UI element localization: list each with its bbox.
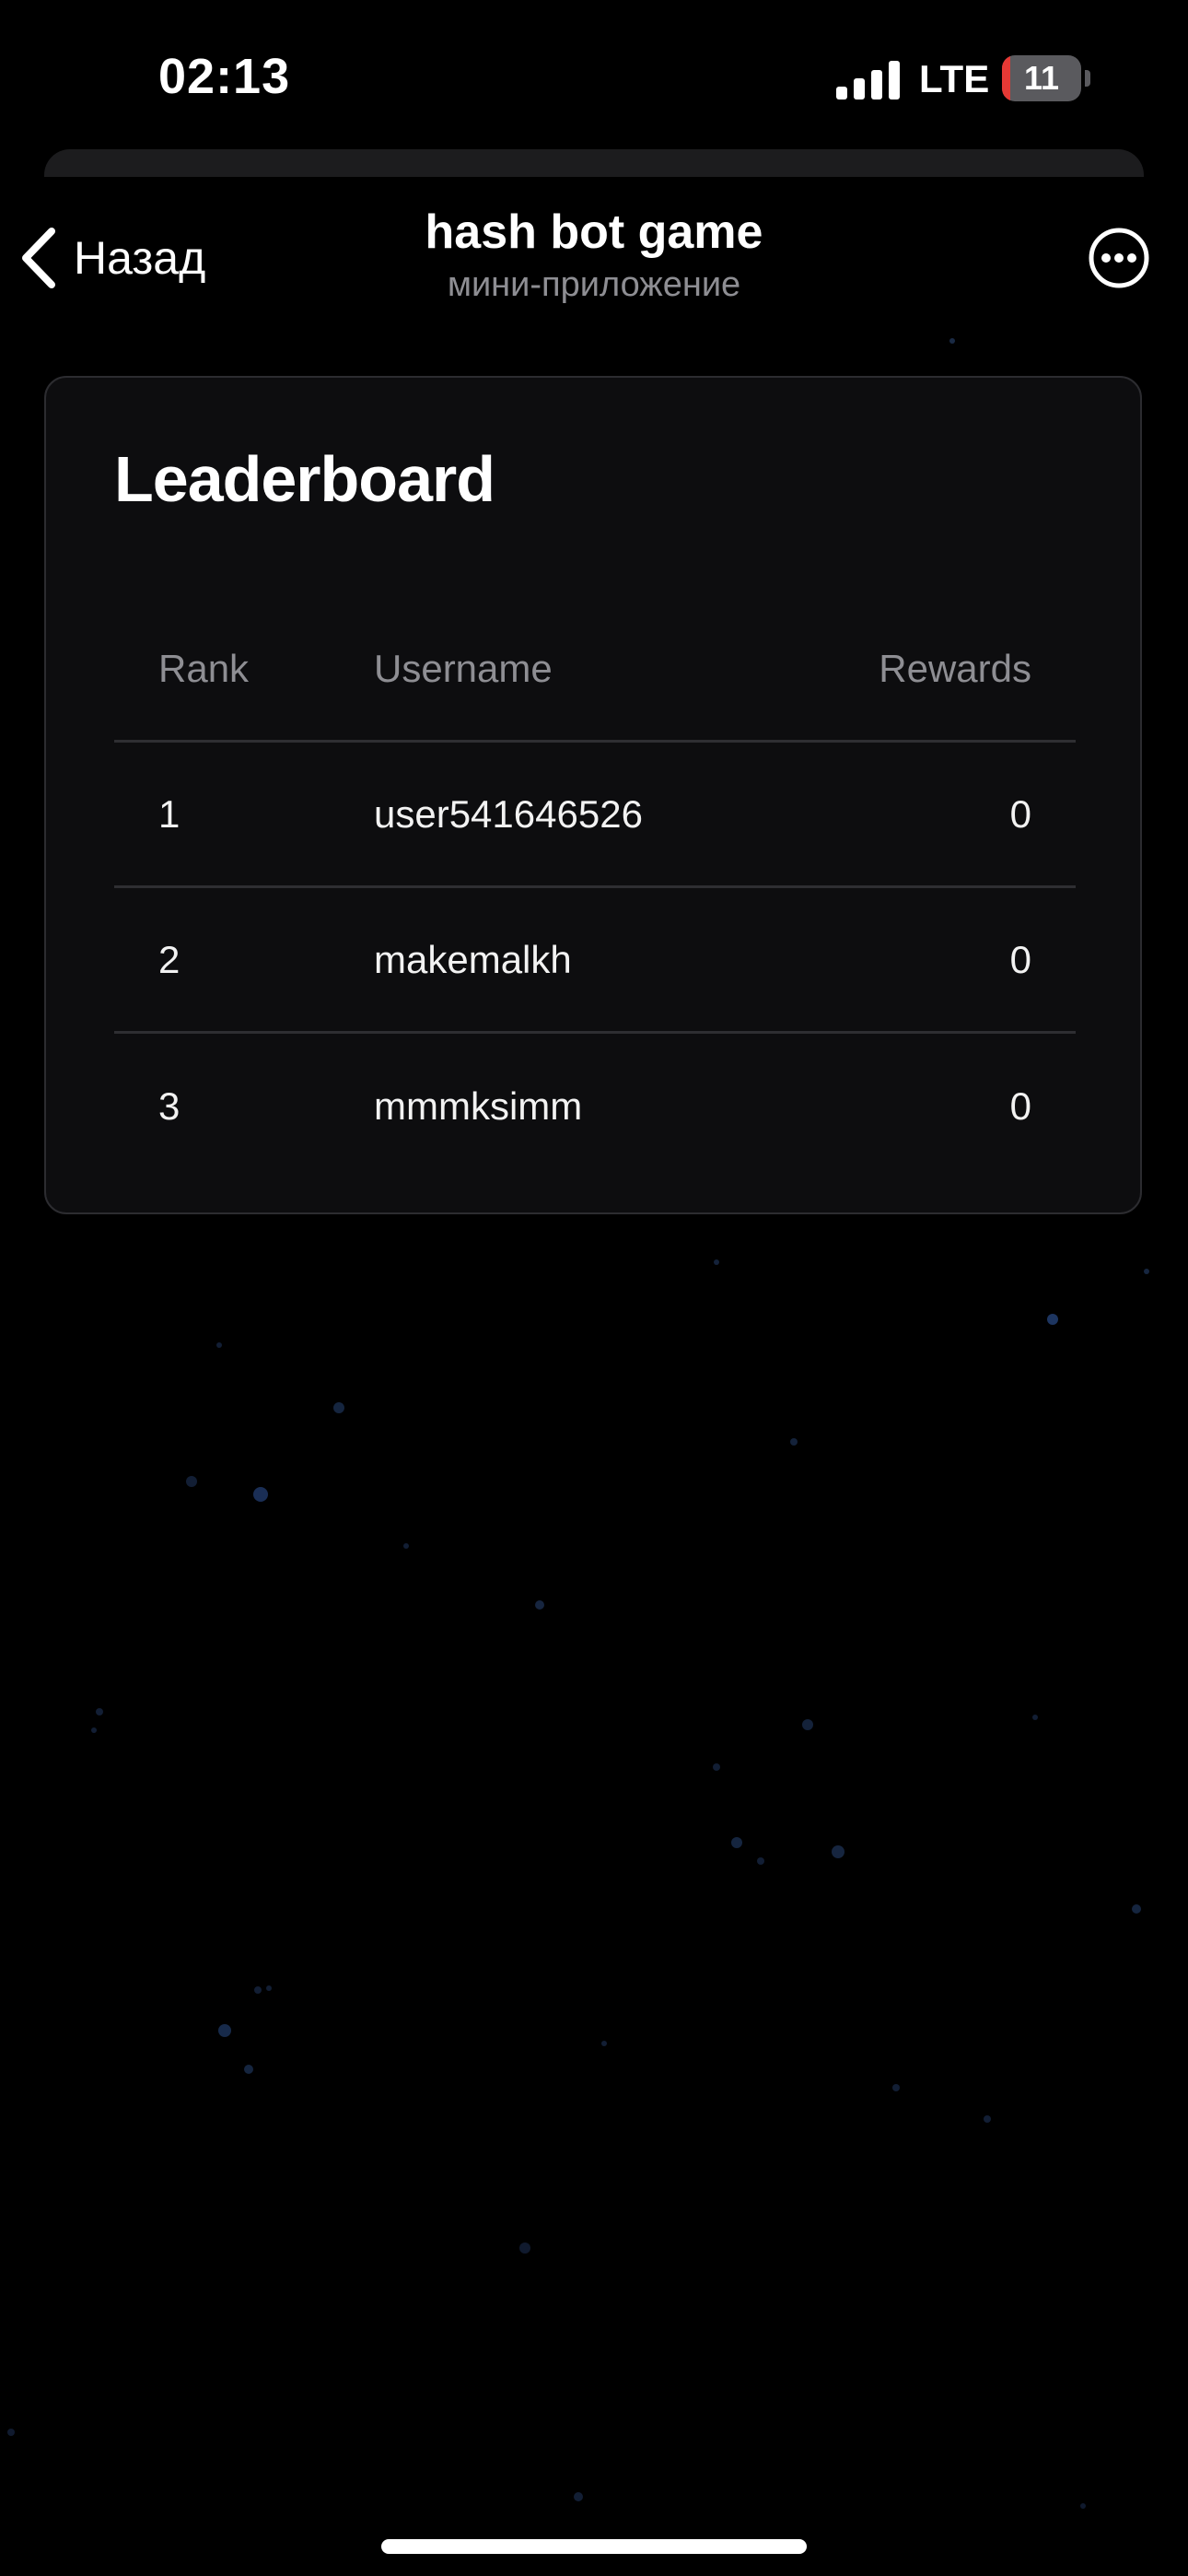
sheet-top-edge xyxy=(44,149,1144,177)
leaderboard-card: Leaderboard Rank Username Rewards 1 user… xyxy=(44,376,1142,1214)
more-options-icon[interactable] xyxy=(1087,226,1151,290)
column-header-rank: Rank xyxy=(158,646,250,690)
username-cell: user541646526 xyxy=(374,791,643,836)
leaderboard-title: Leaderboard xyxy=(114,443,495,515)
battery-icon: 11 xyxy=(1002,55,1090,101)
rank-cell: 3 xyxy=(158,1084,181,1128)
username-cell: makemalkh xyxy=(374,937,572,981)
home-indicator[interactable] xyxy=(381,2539,807,2554)
rewards-cell: 0 xyxy=(1009,1084,1031,1128)
table-header-row: Rank Username Rewards xyxy=(114,597,1076,743)
rewards-cell: 0 xyxy=(1009,791,1031,836)
navigation-bar: Назад hash bot game мини-приложение xyxy=(0,184,1188,332)
status-time: 02:13 xyxy=(158,49,291,104)
app-title: hash bot game xyxy=(425,205,763,259)
status-bar: 02:13 LTE 11 xyxy=(0,0,1188,147)
table-row: 3 mmmksimm 0 xyxy=(114,1034,1076,1179)
network-type-label: LTE xyxy=(919,57,990,100)
table-row: 1 user541646526 0 xyxy=(114,743,1076,888)
app-subtitle: мини-приложение xyxy=(447,265,741,304)
rank-cell: 2 xyxy=(158,937,181,981)
cellular-signal-icon xyxy=(836,61,900,100)
leaderboard-table: Rank Username Rewards 1 user541646526 0 … xyxy=(114,597,1076,1179)
table-row: 2 makemalkh 0 xyxy=(114,888,1076,1034)
battery-level-label: 11 xyxy=(1023,59,1060,97)
column-header-username: Username xyxy=(374,646,553,690)
username-cell: mmmksimm xyxy=(374,1084,583,1128)
rewards-cell: 0 xyxy=(1009,937,1031,981)
rank-cell: 1 xyxy=(158,791,181,836)
column-header-rewards: Rewards xyxy=(879,646,1031,690)
